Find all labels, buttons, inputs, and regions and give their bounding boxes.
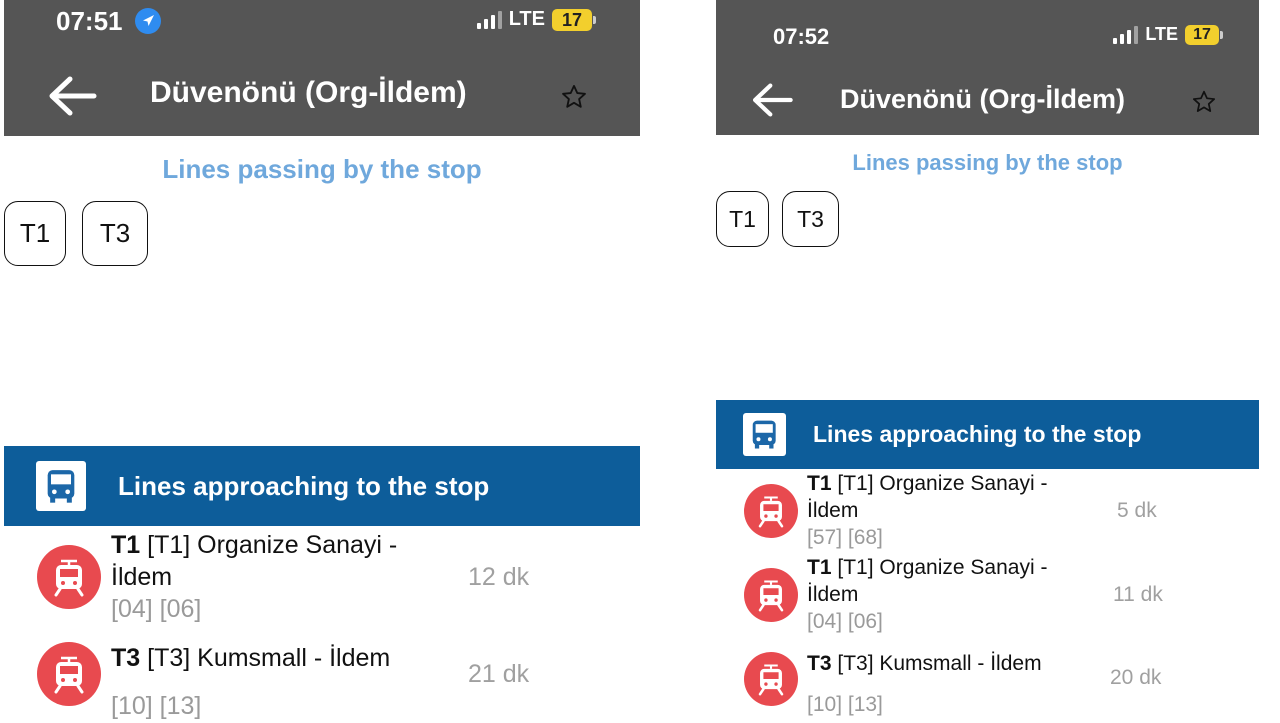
stops-away: [10] [13] <box>111 692 202 720</box>
arrival-row[interactable]: T1 [T1] Organize Sanayi - İldem [04] [06… <box>4 527 640 625</box>
eta: 5 dk <box>1117 499 1157 522</box>
favorite-button[interactable] <box>1191 89 1217 115</box>
stops-away: [57] [68] <box>807 526 883 549</box>
eta: 21 dk <box>468 660 530 688</box>
arrival-row[interactable]: T3 [T3] Kumsmall - İldem [10] [13] 20 dk <box>716 638 1259 723</box>
bus-icon <box>36 461 86 511</box>
star-outline-icon <box>562 84 586 108</box>
app-bar: 07:52 LTE 17 Düvenönü (Org-İldem) <box>716 0 1259 135</box>
arrival-row[interactable]: T3 [T3] Kumsmall - İldem [10] [13] 21 dk <box>4 628 640 723</box>
line-chip-t3[interactable]: T3 <box>82 201 148 266</box>
line-code: T1 <box>807 472 832 495</box>
status-indicators: LTE 17 <box>1113 24 1223 45</box>
location-arrow-icon <box>135 8 161 34</box>
lines-passing-title: Lines passing by the stop <box>162 154 482 184</box>
approaching-title: Lines approaching to the stop <box>118 470 490 501</box>
back-button[interactable] <box>750 80 794 120</box>
network-type: LTE <box>508 8 545 30</box>
status-time: 07:51 <box>56 6 123 36</box>
tram-icon <box>744 484 798 538</box>
line-route: [T3] Kumsmall - İldem <box>837 652 1042 675</box>
screenshot-panel-left: 07:51 LTE 17 Düvenönü (Org-İldem) Lines … <box>4 0 640 723</box>
arrival-info: T3 [T3] Kumsmall - İldem [10] [13] <box>111 642 421 722</box>
arrival-row[interactable]: T1 [T1] Organize Sanayi - İldem [04] [06… <box>716 554 1259 638</box>
line-code: T3 <box>807 652 832 675</box>
signal-icon <box>476 10 502 29</box>
line-code: T1 <box>111 531 141 559</box>
arrival-row[interactable]: T1 [T1] Organize Sanayi - İldem [57] [68… <box>716 470 1259 554</box>
lines-passing-title: Lines passing by the stop <box>852 150 1123 175</box>
back-button[interactable] <box>46 74 98 118</box>
line-route: [T1] Organize Sanayi - İldem <box>111 531 398 591</box>
favorite-button[interactable] <box>560 83 588 111</box>
line-route: [T3] Kumsmall - İldem <box>147 644 391 672</box>
app-bar: 07:51 LTE 17 Düvenönü (Org-İldem) <box>4 0 640 136</box>
network-type: LTE <box>1145 24 1178 44</box>
eta: 20 dk <box>1110 666 1162 689</box>
line-code: T1 <box>807 556 832 579</box>
tram-icon <box>744 568 798 622</box>
status-time: 07:52 <box>773 24 830 49</box>
line-chip-t1[interactable]: T1 <box>716 191 769 247</box>
line-code: T3 <box>111 644 141 672</box>
page-title: Düvenönü (Org-İldem) <box>840 84 1125 114</box>
eta: 12 dk <box>468 563 530 591</box>
screenshot-panel-right: 07:52 LTE 17 Düvenönü (Org-İldem) Lines … <box>716 0 1259 723</box>
tram-icon <box>37 545 101 609</box>
stops-away: [04] [06] <box>807 610 883 633</box>
arrival-info: T1 [T1] Organize Sanayi - İldem [04] [06… <box>807 554 1087 635</box>
line-route: [T1] Organize Sanayi - İldem <box>807 472 1048 522</box>
approaching-header: Lines approaching to the stop <box>4 446 640 526</box>
stops-away: [10] [13] <box>807 693 883 716</box>
arrow-left-icon <box>49 76 97 116</box>
approaching-title: Lines approaching to the stop <box>813 421 1142 447</box>
line-route: [T1] Organize Sanayi - İldem <box>807 556 1048 606</box>
approaching-header: Lines approaching to the stop <box>716 400 1259 469</box>
stops-away: [04] [06] <box>111 595 202 623</box>
battery-icon: 17 <box>552 8 596 31</box>
page-title: Düvenönü (Org-İldem) <box>150 76 467 109</box>
battery-icon: 17 <box>1185 24 1223 45</box>
line-chip-t3[interactable]: T3 <box>782 191 839 247</box>
arrival-info: T3 [T3] Kumsmall - İldem [10] [13] <box>807 650 1087 718</box>
star-outline-icon <box>1192 90 1216 112</box>
tram-icon <box>744 652 798 706</box>
signal-icon <box>1113 25 1139 44</box>
arrow-left-icon <box>752 83 793 117</box>
line-chip-t1[interactable]: T1 <box>4 201 66 266</box>
bus-icon <box>743 413 786 456</box>
eta: 11 dk <box>1113 583 1163 606</box>
battery-level: 17 <box>1185 24 1219 45</box>
tram-icon <box>37 642 101 706</box>
arrival-info: T1 [T1] Organize Sanayi - İldem [57] [68… <box>807 470 1087 551</box>
battery-level: 17 <box>552 8 592 31</box>
status-indicators: LTE 17 <box>476 8 596 31</box>
arrival-info: T1 [T1] Organize Sanayi - İldem [04] [06… <box>111 529 421 625</box>
